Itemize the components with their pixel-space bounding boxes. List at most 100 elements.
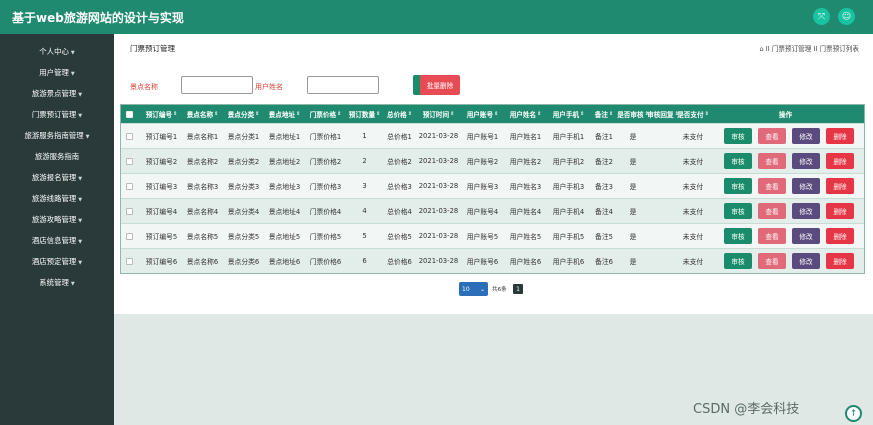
column-header: 操作: [709, 105, 862, 123]
row-checkbox[interactable]: [121, 149, 137, 173]
row-checkbox[interactable]: [121, 124, 137, 148]
delete-button[interactable]: 删除: [826, 203, 854, 219]
sidebar-item-5[interactable]: 旅游服务指南管理 ▼: [0, 127, 114, 145]
table-cell: 是: [629, 158, 637, 166]
column-header-label: 用户姓名: [509, 111, 537, 119]
edit-button[interactable]: 修改: [792, 203, 820, 219]
sidebar-item-6[interactable]: 旅游服务指南: [0, 148, 114, 166]
table-cell: 备注3: [595, 183, 613, 191]
sidebar-item-2[interactable]: 用户管理 ▼: [0, 64, 114, 82]
table-cell: 景点分类2: [227, 158, 260, 166]
page-size-value: 10: [462, 285, 470, 293]
sort-icon: ⇕: [214, 111, 219, 117]
view-button[interactable]: 查看: [758, 178, 786, 194]
sidebar-item-label: 旅游服务指南管理: [24, 131, 84, 140]
sidebar-item-7[interactable]: 旅游报名管理 ▼: [0, 169, 114, 187]
table-cell: 4: [362, 207, 367, 215]
table-cell: [648, 224, 678, 248]
table-cell: 用户手机3: [552, 183, 585, 191]
column-header[interactable]: 景点分类 ⇕: [223, 105, 264, 123]
sidebar-item-12[interactable]: 系统管理 ▼: [0, 274, 114, 292]
column-header[interactable]: 审核回复 ⇕: [647, 105, 679, 123]
row-checkbox[interactable]: [121, 224, 137, 248]
audit-button[interactable]: 审核: [724, 203, 752, 219]
column-header[interactable]: 用户姓名 ⇕: [504, 105, 547, 123]
page-size-select[interactable]: 10 ⌄: [459, 282, 488, 296]
table-cell: 用户手机1: [552, 133, 585, 141]
view-button[interactable]: 查看: [758, 153, 786, 169]
column-header[interactable]: 总价格 ⇕: [383, 105, 416, 123]
scroll-top-icon[interactable]: ↑: [845, 405, 862, 422]
edit-button[interactable]: 修改: [792, 228, 820, 244]
audit-button[interactable]: 审核: [724, 253, 752, 269]
table-cell: 未支付: [682, 258, 704, 266]
table-cell: 用户手机5: [552, 233, 585, 241]
column-header[interactable]: 预订时间 ⇕: [416, 105, 461, 123]
table-cell: 未支付: [682, 158, 704, 166]
fullscreen-icon[interactable]: ⤧: [813, 8, 830, 25]
column-header[interactable]: 预订数量 ⇕: [346, 105, 383, 123]
table-cell: 2021-03-28: [418, 132, 459, 140]
sidebar-item-1[interactable]: 个人中心 ▼: [0, 43, 114, 61]
view-button[interactable]: 查看: [758, 228, 786, 244]
column-header[interactable]: 是否审核 ⇕: [617, 105, 649, 123]
table-cell: 备注2: [595, 158, 613, 166]
edit-button[interactable]: 修改: [792, 178, 820, 194]
delete-button[interactable]: 删除: [826, 153, 854, 169]
table-cell: 2021-03-28: [418, 182, 459, 190]
select-all-checkbox[interactable]: [121, 105, 137, 123]
sidebar-item-11[interactable]: 酒店预定管理 ▼: [0, 253, 114, 271]
audit-button[interactable]: 审核: [724, 228, 752, 244]
table-cell: 用户手机4: [552, 208, 585, 216]
sidebar-item-4[interactable]: 门票预订管理 ▼: [0, 106, 114, 124]
view-button[interactable]: 查看: [758, 128, 786, 144]
column-header[interactable]: 门票价格 ⇕: [305, 105, 346, 123]
table-cell: 景点分类5: [227, 233, 260, 241]
delete-button[interactable]: 删除: [826, 228, 854, 244]
chevron-down-icon: ▼: [78, 176, 83, 182]
table-cell: 2: [362, 157, 367, 165]
sidebar-item-label: 旅游线路管理: [31, 194, 77, 203]
row-checkbox[interactable]: [121, 174, 137, 198]
column-header[interactable]: 预订编号 ⇕: [141, 105, 182, 123]
batch-delete-button[interactable]: 批量删除: [420, 75, 460, 95]
delete-button[interactable]: 删除: [826, 178, 854, 194]
column-header[interactable]: 景点名称 ⇕: [182, 105, 223, 123]
view-button[interactable]: 查看: [758, 253, 786, 269]
row-checkbox[interactable]: [121, 199, 137, 223]
column-header[interactable]: 用户手机 ⇕: [547, 105, 590, 123]
view-button[interactable]: 查看: [758, 203, 786, 219]
table-cell: 总价格5: [387, 233, 412, 241]
page-number-current[interactable]: 1: [513, 284, 523, 294]
table-cell: 2021-03-28: [418, 232, 459, 240]
sidebar-item-8[interactable]: 旅游线路管理 ▼: [0, 190, 114, 208]
table-cell: 门票价格4: [309, 208, 342, 216]
column-header[interactable]: 是否支付 ⇕: [677, 105, 709, 123]
sidebar-item-9[interactable]: 旅游攻略管理 ▼: [0, 211, 114, 229]
sidebar-item-label: 系统管理: [39, 278, 69, 287]
table-cell: [648, 199, 678, 223]
booking-table: 预订编号 ⇕ 景点名称 ⇕ 景点分类 ⇕ 景点地址 ⇕ 门票价格 ⇕ 预订数量 ⇕ 总价格 ⇕ 预订时间 ⇕ 用…: [120, 104, 865, 274]
user-name-input[interactable]: [307, 76, 379, 94]
table-cell: 用户姓名1: [509, 133, 542, 141]
column-header[interactable]: 备注 ⇕: [590, 105, 618, 123]
audit-button[interactable]: 审核: [724, 128, 752, 144]
column-header[interactable]: 景点地址 ⇕: [264, 105, 305, 123]
table-cell: 景点分类6: [227, 258, 260, 266]
sidebar-item-10[interactable]: 酒店信息管理 ▼: [0, 232, 114, 250]
audit-button[interactable]: 审核: [724, 153, 752, 169]
chevron-down-icon: ▼: [85, 134, 90, 140]
spot-name-input[interactable]: [181, 76, 253, 94]
sidebar-item-3[interactable]: 旅游景点管理 ▼: [0, 85, 114, 103]
table-cell: 是: [629, 208, 637, 216]
user-icon[interactable]: ☺: [838, 8, 855, 25]
edit-button[interactable]: 修改: [792, 128, 820, 144]
audit-button[interactable]: 审核: [724, 178, 752, 194]
row-checkbox[interactable]: [121, 249, 137, 273]
table-cell: 5: [362, 232, 367, 240]
delete-button[interactable]: 删除: [826, 128, 854, 144]
column-header[interactable]: 用户账号 ⇕: [461, 105, 504, 123]
edit-button[interactable]: 修改: [792, 253, 820, 269]
delete-button[interactable]: 删除: [826, 253, 854, 269]
edit-button[interactable]: 修改: [792, 153, 820, 169]
